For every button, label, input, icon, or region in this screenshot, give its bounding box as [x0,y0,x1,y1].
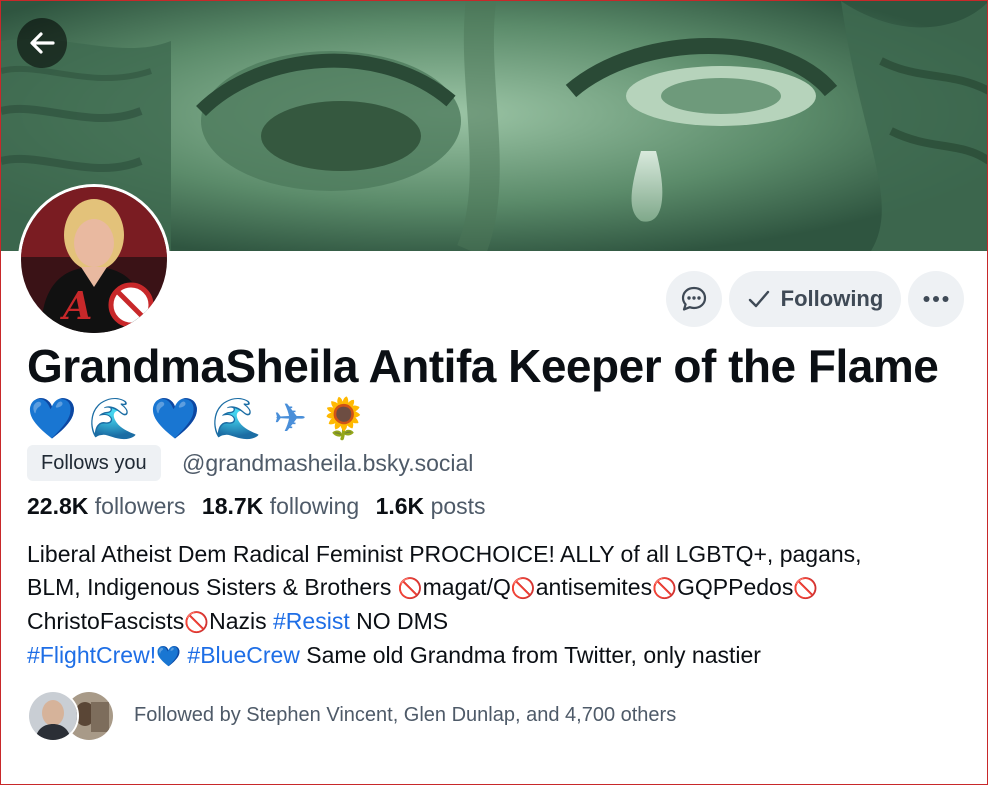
bio-text: Same old Grandma from Twitter, only nast… [299,642,761,668]
arrow-left-icon [30,32,55,54]
message-button[interactable] [666,271,722,327]
following-count: 18.7K [201,493,264,519]
chat-bubble-icon [681,286,707,311]
airplane-emoji: ✈ [273,396,307,442]
profile-stats: 22.8K followers 18.7K following 1.6K pos… [27,489,496,523]
follower-avatar [27,690,79,742]
profile-avatar[interactable]: A [18,184,170,336]
bio-text: ChristoFascists [27,608,185,634]
prohibited-emoji: 🚫 [184,610,210,634]
prohibited-emoji: 🚫 [510,576,536,600]
bio-line: ChristoFascists🚫Nazis #Resist NO DMS [27,605,977,639]
back-button[interactable] [17,18,67,68]
followed-by-text[interactable]: Followed by Stephen Vincent, Glen Dunlap… [134,700,676,730]
hashtag-bluecrew-link[interactable]: #BlueCrew [187,642,300,668]
bio-line: BLM, Indigenous Sisters & Brothers 🚫maga… [27,571,977,605]
hashtag-resist-link[interactable]: #Resist [273,608,350,634]
more-options-button[interactable] [908,271,964,327]
profile-bio: Liberal Atheist Dem Radical Feminist PRO… [27,538,977,673]
display-name-text: GrandmaSheila Antifa Keeper of the Flame [27,340,939,392]
bio-text: NO DMS [349,608,449,634]
bio-text: BLM, Indigenous Sisters & Brothers [27,574,398,600]
following-button-label: Following [780,286,884,311]
posts-stat: 1.6K posts [376,493,486,519]
prohibited-emoji: 🚫 [793,576,819,600]
svg-text:A: A [60,283,92,328]
prohibited-emoji: 🚫 [652,576,677,600]
profile-screen: A Following GrandmaSheila Antifa Keeper … [0,0,988,785]
prohibited-emoji: 🚫 [397,576,423,600]
following-button[interactable]: Following [729,271,901,327]
avatar-image: A [21,187,167,333]
follows-you-badge: Follows you [27,445,161,481]
following-stat[interactable]: 18.7K following [202,493,359,519]
wave-emoji: 🌊 [88,396,139,442]
checkmark-icon [748,290,769,308]
bio-text: Liberal Atheist Dem Radical Feminist PRO… [27,541,862,567]
bio-line: Liberal Atheist Dem Radical Feminist PRO… [27,538,977,571]
hashtag-flightcrew-link[interactable]: #FlightCrew! [27,642,156,668]
blue-heart-emoji: 💙 [156,644,182,668]
bio-line: #FlightCrew!💙 #BlueCrew Same old Grandma… [27,639,977,673]
display-name: GrandmaSheila Antifa Keeper of the Flame… [27,341,967,444]
posts-label: posts [430,493,486,519]
blue-heart-emoji: 💙 [150,396,200,442]
ellipsis-icon [923,296,949,302]
bio-text: magat/Q [422,574,511,600]
follower-avatar-image [29,692,77,740]
followers-count: 22.8K [27,493,89,519]
following-label: following [269,493,360,519]
bio-text: antisemites [535,574,653,600]
bio-text: GQPPedos [677,574,794,600]
profile-handle: @grandmasheila.bsky.social [182,450,474,476]
posts-count: 1.6K [375,493,425,519]
wave-emoji: 🌊 [211,396,262,442]
followers-label: followers [94,493,186,519]
blue-heart-emoji: 💙 [27,396,77,442]
sunflower-emoji: 🌻 [318,396,369,442]
followed-by-avatars[interactable] [27,690,117,742]
followers-stat[interactable]: 22.8K followers [27,493,186,519]
bio-text: Nazis [209,608,274,634]
